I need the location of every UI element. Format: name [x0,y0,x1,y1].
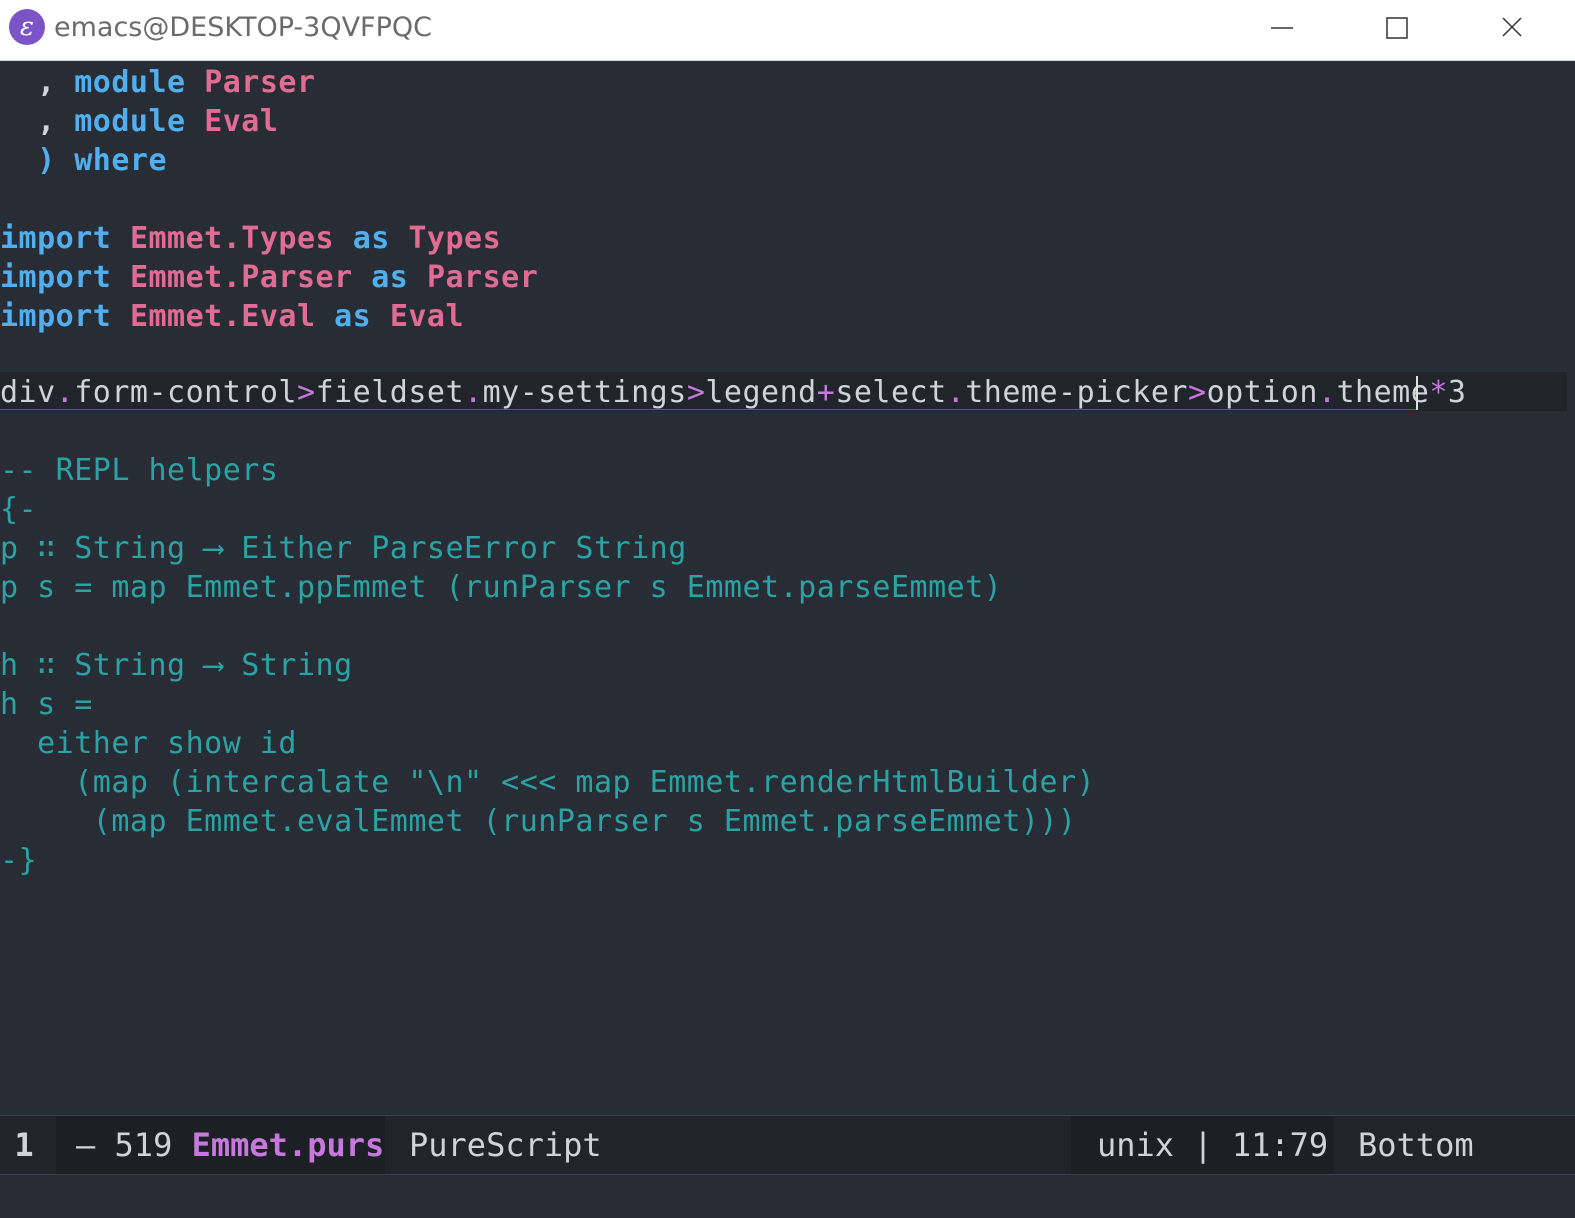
code-line-20: (map Emmet.evalEmmet (runParser s Emmet.… [0,804,1077,839]
mode-line: 1 – 519 Emmet.purs PureScript unix | 11:… [0,1115,1575,1175]
code-token: form-control [74,375,297,410]
code-token: Eval [389,299,465,334]
minimize-icon [1271,27,1293,29]
code-token: Parser [204,65,316,100]
buffer-info[interactable]: – 519 Emmet.purs [56,1116,385,1174]
minimize-button[interactable] [1252,6,1312,50]
buffer-state: – 519 [76,1126,192,1164]
code-token: Emmet.Eval [129,299,316,334]
code-token: Parser [426,260,539,295]
code-line-7: import Emmet.Eval as Eval [0,297,464,336]
window-title: emacs@DESKTOP-3QVFPQC [54,12,432,43]
code-token: option [1206,375,1318,410]
buffer-name[interactable]: Emmet.purs [192,1126,385,1164]
code-line-19: (map (intercalate "\n" <<< map Emmet.ren… [0,765,1096,800]
code-line-16: h ∷ String ⟶ String [0,648,353,683]
title-bar: ε emacs@DESKTOP-3QVFPQC [0,0,1575,61]
code-token: module [74,104,186,139]
code-line-18: either show id [0,726,297,761]
text-cursor [1416,376,1418,410]
code-token: . [464,375,483,410]
code-token: > [686,375,706,410]
code-token: import [0,221,112,256]
code-line-14: p s = map Emmet.ppEmmet (runParser s Emm… [0,570,1003,605]
code-line-3: ) where [0,141,167,180]
code-token: > [297,375,316,410]
code-token: legend [705,375,817,410]
code-line-6: import Emmet.Parser as Parser [0,258,538,297]
code-token: module [74,65,186,100]
maximize-icon [1386,17,1408,39]
code-token: where [74,143,168,178]
buffer-position: Bottom [1358,1126,1474,1164]
code-token: Eval [204,104,279,139]
code-token: + [816,375,836,410]
code-token: theme-picker [965,375,1188,410]
code-token: import [0,260,112,295]
close-button[interactable] [1482,6,1542,50]
code-token: * [1429,375,1448,410]
code-token: , [0,104,75,139]
code-line-5: import Emmet.Types as Types [0,219,501,258]
code-token: . [946,375,966,410]
minibuffer[interactable] [0,1175,1575,1218]
code-token: ) [0,143,75,178]
maximize-button[interactable] [1367,6,1427,50]
code-token: as [334,299,372,334]
code-line-1: , module Parser [0,63,316,102]
editor-buffer[interactable]: , module Parser , module Eval ) where im… [0,61,1575,1114]
code-line-2: , module Eval [0,102,278,141]
major-mode[interactable]: PureScript [409,1116,602,1174]
code-token: Emmet.Parser [129,260,353,295]
code-token: import [0,299,112,334]
code-token: as [371,260,409,295]
code-token: my-settings [482,375,687,410]
code-line-13: p ∷ String ⟶ Either ParseError String [0,531,687,566]
code-token: as [352,221,390,256]
emacs-icon: ε [9,9,45,45]
code-token: > [1188,375,1207,410]
code-line-21: -} [0,843,38,878]
code-line-9: div.form-control>fieldset.my-settings>le… [0,373,1466,412]
code-token: Types [408,221,502,256]
window-number: 1 [14,1126,34,1164]
code-token: select [835,375,947,410]
code-line-17: h s = [0,687,93,722]
encoding-and-cursor-position: unix | 11:79 [1071,1116,1334,1174]
code-line-12: {- [0,492,38,527]
code-line-11: -- REPL helpers [0,453,279,488]
close-icon [1502,17,1522,37]
code-token: 3 [1447,375,1467,410]
code-token: . [55,375,75,410]
code-token: . [1317,375,1337,410]
code-token: Emmet.Types [129,221,335,256]
code-token: fieldset [315,375,465,410]
code-token: div [0,375,56,410]
code-token: , [0,65,75,100]
